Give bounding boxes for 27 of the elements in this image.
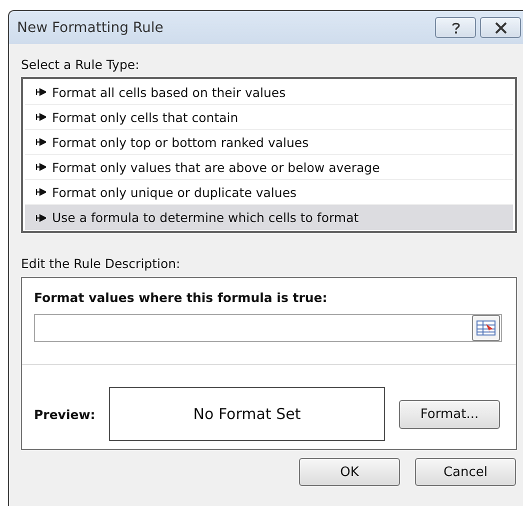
arrow-icon (36, 188, 46, 196)
rule-type-item[interactable]: Format all cells based on their values (25, 80, 513, 105)
section-label: Edit the Rule Description: (21, 256, 182, 271)
range-picker-icon (476, 320, 496, 336)
cancel-button[interactable]: Cancel (415, 458, 516, 486)
rule-type-item[interactable]: Format only cells that contain (25, 105, 513, 130)
arrow-icon (36, 113, 46, 121)
help-icon (450, 20, 462, 34)
formula-field[interactable] (34, 314, 502, 342)
section-label: Select a Rule Type: (21, 57, 140, 72)
close-button[interactable] (480, 17, 521, 38)
close-icon (494, 22, 508, 34)
arrow-icon (36, 88, 46, 96)
range-picker-button[interactable] (472, 315, 500, 341)
preview-label: Preview: (34, 406, 96, 422)
arrow-icon (36, 214, 46, 222)
rule-type-item[interactable]: Format only top or bottom ranked values (25, 130, 513, 155)
window-title: New Formatting Rule (17, 20, 164, 36)
preview-text: No Format Set (193, 405, 301, 423)
rule-type-item[interactable]: Use a formula to determine which cells to format (25, 205, 513, 230)
rule-type-item[interactable]: Format only values that are above or below average (25, 155, 513, 180)
arrow-icon (36, 138, 46, 146)
arrow-icon (36, 163, 46, 171)
help-button[interactable] (435, 17, 476, 38)
formula-label: Format values where this formula is true: (34, 290, 328, 305)
ok-button[interactable]: OK (299, 458, 400, 486)
format-button[interactable]: Format... (399, 400, 500, 428)
